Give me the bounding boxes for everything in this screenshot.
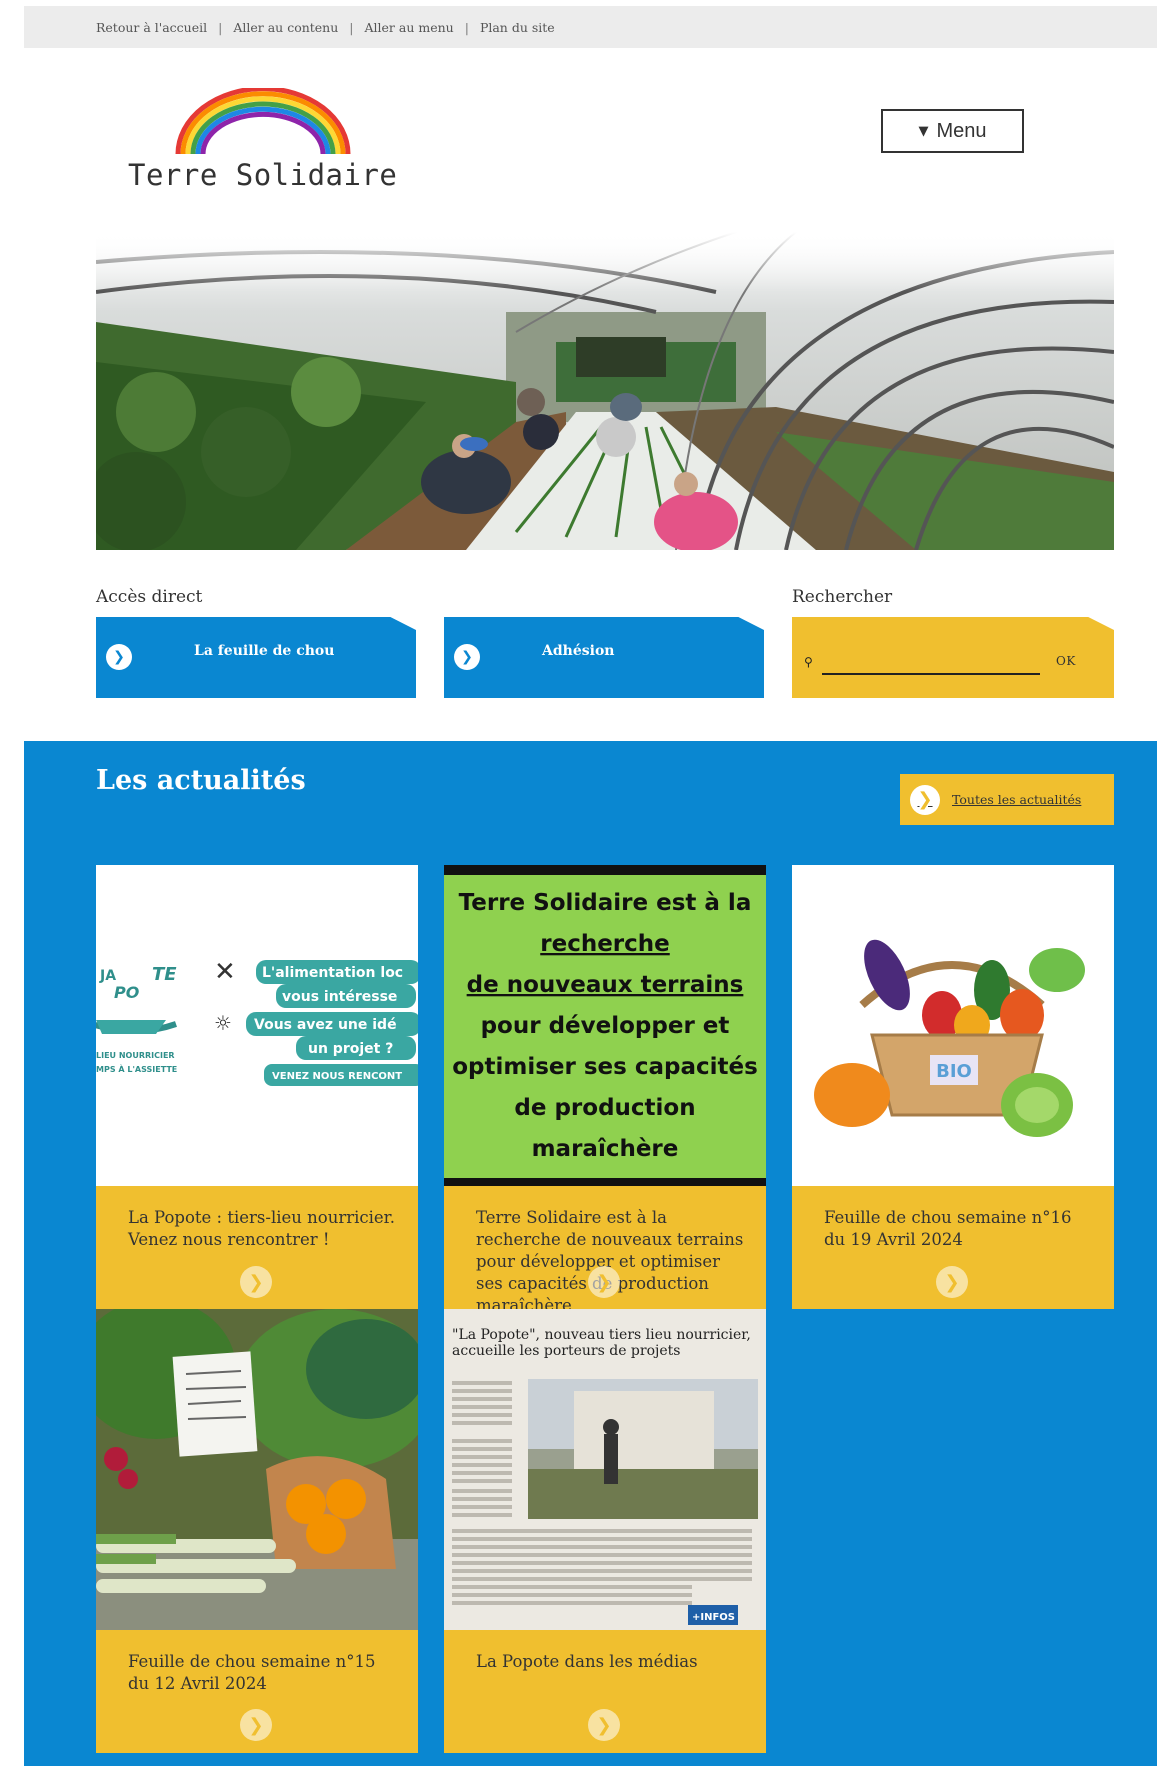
separator: | bbox=[464, 19, 469, 35]
separator: | bbox=[349, 19, 354, 35]
news-card[interactable]: Terre Solidaire est à la recherche de no… bbox=[444, 865, 766, 1309]
chevron-right-icon: ❯ bbox=[588, 1266, 620, 1298]
news-card[interactable]: "La Popote", nouveau tiers lieu nourrici… bbox=[444, 1309, 766, 1753]
svg-text:Terre Solidaire est à la: Terre Solidaire est à la bbox=[459, 890, 752, 916]
chevron-right-icon: ❯ bbox=[240, 1266, 272, 1298]
link-home[interactable]: Retour à l'accueil bbox=[96, 20, 207, 35]
card-caption: La Popote dans les médias bbox=[476, 1652, 698, 1671]
link-skip-to-menu[interactable]: Aller au menu bbox=[365, 20, 454, 35]
svg-text:Vous avez une idé: Vous avez une idé bbox=[254, 1017, 397, 1033]
skip-links-bar: Retour à l'accueil | Aller au contenu | … bbox=[24, 6, 1157, 48]
vegetables-photo bbox=[96, 1309, 418, 1630]
svg-text:JA: JA bbox=[99, 968, 116, 984]
card-caption: Feuille de chou semaine n°15 du 12 Avril… bbox=[128, 1652, 376, 1693]
svg-text:de nouveaux terrains: de nouveaux terrains bbox=[467, 972, 744, 998]
search-box: ⚲ OK bbox=[792, 617, 1114, 698]
card-caption: La Popote : tiers-lieu nourricier. Venez… bbox=[128, 1208, 395, 1249]
news-title: Les actualités bbox=[96, 765, 306, 796]
card-image-vegetable-basket: BIO bbox=[792, 865, 1114, 1186]
menu-label: Menu bbox=[936, 119, 987, 142]
all-news-button[interactable]: ❯ Toutes les actualités bbox=[900, 774, 1114, 825]
news-card[interactable]: Feuille de chou semaine n°15 du 12 Avril… bbox=[96, 1309, 418, 1753]
news-card[interactable]: JA PO TE LIEU NOURRICIER MPS À L'ASSIETT… bbox=[96, 865, 418, 1309]
svg-text:MPS À L'ASSIETTE: MPS À L'ASSIETTE bbox=[96, 1063, 177, 1074]
chevron-right-icon: ❯ bbox=[454, 644, 480, 670]
link-skip-to-content[interactable]: Aller au contenu bbox=[233, 20, 338, 35]
chevron-right-icon: ❯ bbox=[910, 784, 940, 815]
tile-label: La feuille de chou bbox=[194, 643, 335, 659]
direct-access-feuille-de-chou[interactable]: ❯ La feuille de chou bbox=[96, 617, 416, 698]
search-icon: ⚲ bbox=[804, 655, 813, 669]
svg-text:+INFOS: +INFOS bbox=[692, 1612, 735, 1623]
menu-button[interactable]: ▼ Menu bbox=[881, 109, 1024, 153]
svg-text:✕: ✕ bbox=[214, 957, 236, 987]
card-image-newspaper-clipping: "La Popote", nouveau tiers lieu nourrici… bbox=[444, 1309, 766, 1630]
all-news-label: Toutes les actualités bbox=[952, 792, 1082, 807]
svg-text:vous intéresse: vous intéresse bbox=[282, 989, 397, 1005]
newspaper-clipping: "La Popote", nouveau tiers lieu nourrici… bbox=[444, 1309, 766, 1630]
svg-text:TE: TE bbox=[152, 964, 177, 985]
svg-text:PO: PO bbox=[114, 983, 140, 1002]
svg-text:recherche: recherche bbox=[540, 931, 670, 957]
search-input[interactable] bbox=[822, 651, 1040, 675]
chevron-right-icon: ❯ bbox=[588, 1709, 620, 1741]
svg-text:de production: de production bbox=[514, 1095, 695, 1121]
logo-text: Terre Solidaire bbox=[128, 158, 398, 192]
chevron-right-icon: ❯ bbox=[936, 1266, 968, 1298]
card-image-vegetables-photo bbox=[96, 1309, 418, 1630]
svg-text:BIO: BIO bbox=[936, 1061, 972, 1082]
svg-text:un projet ?: un projet ? bbox=[308, 1041, 393, 1057]
svg-text:☼: ☼ bbox=[214, 1011, 232, 1035]
direct-access-label: Accès direct bbox=[96, 587, 203, 607]
svg-text:optimiser ses capacités: optimiser ses capacités bbox=[452, 1054, 758, 1080]
svg-text:L'alimentation loc: L'alimentation loc bbox=[262, 965, 403, 981]
site-logo[interactable]: Terre Solidaire bbox=[126, 88, 416, 198]
news-card[interactable]: BIO Feuille de chou semaine n°16 du 19 A… bbox=[792, 865, 1114, 1309]
svg-text:pour développer et: pour développer et bbox=[481, 1013, 730, 1039]
search-submit-button[interactable]: OK bbox=[1056, 654, 1076, 668]
svg-text:maraîchère: maraîchère bbox=[532, 1136, 679, 1162]
card-image-la-popote: JA PO TE LIEU NOURRICIER MPS À L'ASSIETT… bbox=[96, 865, 418, 1186]
tile-label: Adhésion bbox=[542, 643, 615, 659]
card-caption: Feuille de chou semaine n°16 du 19 Avril… bbox=[824, 1208, 1072, 1249]
chevron-down-icon: ▼ bbox=[918, 123, 929, 139]
rainbow-icon bbox=[175, 88, 351, 155]
link-sitemap[interactable]: Plan du site bbox=[480, 20, 555, 35]
separator: | bbox=[218, 19, 223, 35]
chevron-right-icon: ❯ bbox=[240, 1709, 272, 1741]
svg-text:LIEU NOURRICIER: LIEU NOURRICIER bbox=[96, 1051, 175, 1060]
direct-access-adhesion[interactable]: ❯ Adhésion bbox=[444, 617, 764, 698]
popote-poster: JA PO TE LIEU NOURRICIER MPS À L'ASSIETT… bbox=[96, 865, 418, 1186]
terrains-poster: Terre Solidaire est à la recherche de no… bbox=[444, 865, 766, 1186]
search-label: Rechercher bbox=[792, 587, 893, 607]
card-image-recherche-terrains: Terre Solidaire est à la recherche de no… bbox=[444, 865, 766, 1186]
vegetable-basket-illustration: BIO bbox=[792, 865, 1114, 1186]
chevron-right-icon: ❯ bbox=[106, 644, 132, 670]
hero-image bbox=[96, 232, 1114, 550]
svg-text:VENEZ NOUS RENCONT: VENEZ NOUS RENCONT bbox=[272, 1071, 402, 1082]
news-section: Les actualités ❯ Toutes les actualités J… bbox=[24, 741, 1157, 1766]
